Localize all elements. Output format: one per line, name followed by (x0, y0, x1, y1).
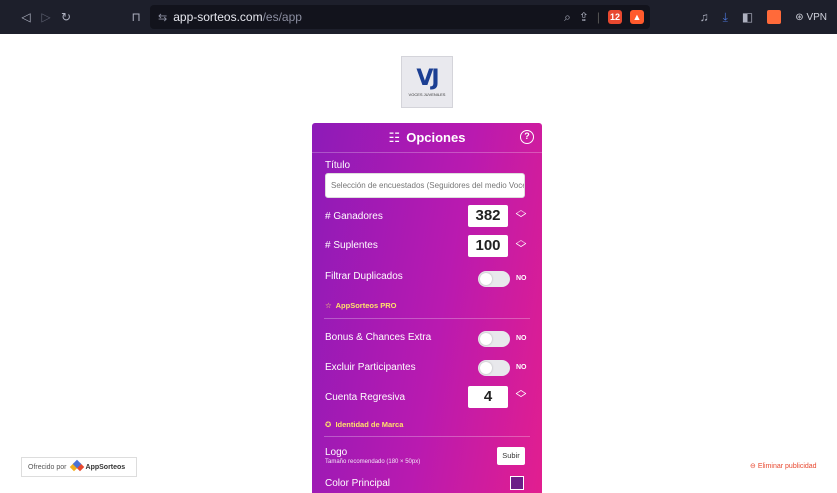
excluir-toggle-state: NO (516, 364, 527, 371)
reload-icon[interactable]: ↻ (56, 10, 76, 24)
bonus-toggle-state: NO (516, 335, 527, 342)
toggle-knob (480, 333, 492, 345)
brand-name: AppSorteos (85, 463, 126, 471)
panel-title: Opciones (406, 130, 466, 145)
divider (324, 318, 530, 319)
share-icon[interactable]: ⇪ (579, 10, 589, 24)
wallet-icon[interactable] (767, 10, 782, 24)
checklist-icon: ☷ (388, 129, 401, 145)
site-info-icon[interactable]: ⇆ (158, 11, 167, 24)
logo-label: Logo (325, 447, 348, 458)
subir-button[interactable]: Subir (497, 447, 525, 465)
chevron-down-icon[interactable]: ﹀ (516, 394, 527, 405)
toggle-knob (480, 273, 492, 285)
suplentes-input[interactable]: 100 (468, 235, 508, 257)
rewards-icon[interactable]: ▲ (630, 10, 644, 24)
logo-initials: VJ (416, 65, 439, 91)
bookmark-icon[interactable]: ⊓ (126, 10, 146, 24)
suplentes-stepper[interactable]: ︿ ﹀ (514, 235, 528, 255)
remove-ads-link[interactable]: ⊖ Eliminar publicidad (750, 462, 817, 470)
help-icon[interactable]: ? (520, 130, 534, 144)
identidad-label: Identidad de Marca (335, 420, 404, 429)
suplentes-label: # Suplentes (325, 240, 378, 251)
back-icon[interactable]: ◁ (16, 10, 36, 24)
vpn-button[interactable]: ⊛ VPN (795, 12, 827, 23)
appsorteos-logo-icon (69, 459, 84, 473)
ganadores-stepper[interactable]: ︿ ﹀ (514, 205, 528, 225)
filtrar-toggle[interactable] (478, 271, 510, 287)
filtrar-label: Filtrar Duplicados (325, 271, 403, 282)
bonus-label: Bonus & Chances Extra (325, 332, 432, 343)
download-icon[interactable]: ⤓ (723, 10, 728, 25)
pro-label: AppSorteos PRO (335, 301, 397, 310)
bonus-toggle[interactable] (478, 331, 510, 347)
toggle-knob (480, 362, 492, 374)
sidebar-icon[interactable]: ◧ (742, 10, 753, 24)
color-picker[interactable] (510, 476, 524, 490)
chevron-up-icon[interactable]: ︿ (516, 205, 527, 216)
filtrar-toggle-state: NO (516, 275, 527, 282)
titulo-label: Título (325, 160, 351, 171)
remove-ads-label: Eliminar publicidad (757, 463, 817, 470)
powered-by-text: Ofrecido por (28, 463, 67, 471)
url-path: /es/app (262, 10, 302, 24)
address-bar-actions: ⌕ ⇪ | 12 ▲ (564, 10, 644, 25)
music-icon[interactable]: ♫ (700, 10, 709, 24)
vpn-label: VPN (806, 11, 827, 23)
chevron-up-icon[interactable]: ︿ (516, 235, 527, 246)
address-bar[interactable]: ⇆ app-sorteos.com /es/app ⌕ ⇪ | 12 ▲ (150, 5, 650, 29)
identidad-section-link[interactable]: ✪ Identidad de Marca (325, 420, 403, 429)
color-label: Color Principal (325, 478, 391, 489)
divider (324, 436, 530, 437)
logo-hint: Tamaño recomendado (180 × 50px) (325, 459, 421, 465)
cuenta-input[interactable]: 4 (468, 386, 508, 408)
logo-tagline: VOCES JUVENILES (408, 91, 446, 97)
excluir-toggle[interactable] (478, 360, 510, 376)
cuenta-label: Cuenta Regresiva (325, 392, 406, 403)
separator: | (596, 10, 600, 24)
powered-by-badge[interactable]: Ofrecido por AppSorteos (21, 457, 137, 477)
browser-extensions: ♫ ⤓ ◧ ⊛ VPN (700, 0, 827, 34)
brand-logo-image: VJ VOCES JUVENILES (401, 56, 453, 108)
chevron-down-icon[interactable]: ﹀ (516, 214, 527, 225)
panel-header: ☷ Opciones ? (312, 123, 542, 153)
chevron-down-icon[interactable]: ﹀ (516, 244, 527, 255)
titulo-input[interactable]: Selección de encuestados (Seguidores del… (325, 173, 525, 198)
browser-toolbar: ◁ ▷ ↻ ⊓ ⇆ app-sorteos.com /es/app ⌕ ⇪ | … (0, 0, 837, 34)
cuenta-stepper[interactable]: ︿ ﹀ (514, 385, 528, 405)
zoom-icon[interactable]: ⌕ (564, 10, 571, 25)
brave-shields-icon[interactable]: 12 (608, 10, 622, 24)
excluir-label: Excluir Participantes (325, 362, 416, 373)
forward-icon[interactable]: ▷ (36, 10, 56, 24)
ganadores-label: # Ganadores (325, 211, 383, 222)
pro-section-link[interactable]: ☆ AppSorteos PRO (325, 301, 396, 310)
url-host: app-sorteos.com (173, 10, 263, 24)
ganadores-input[interactable]: 382 (468, 205, 508, 227)
